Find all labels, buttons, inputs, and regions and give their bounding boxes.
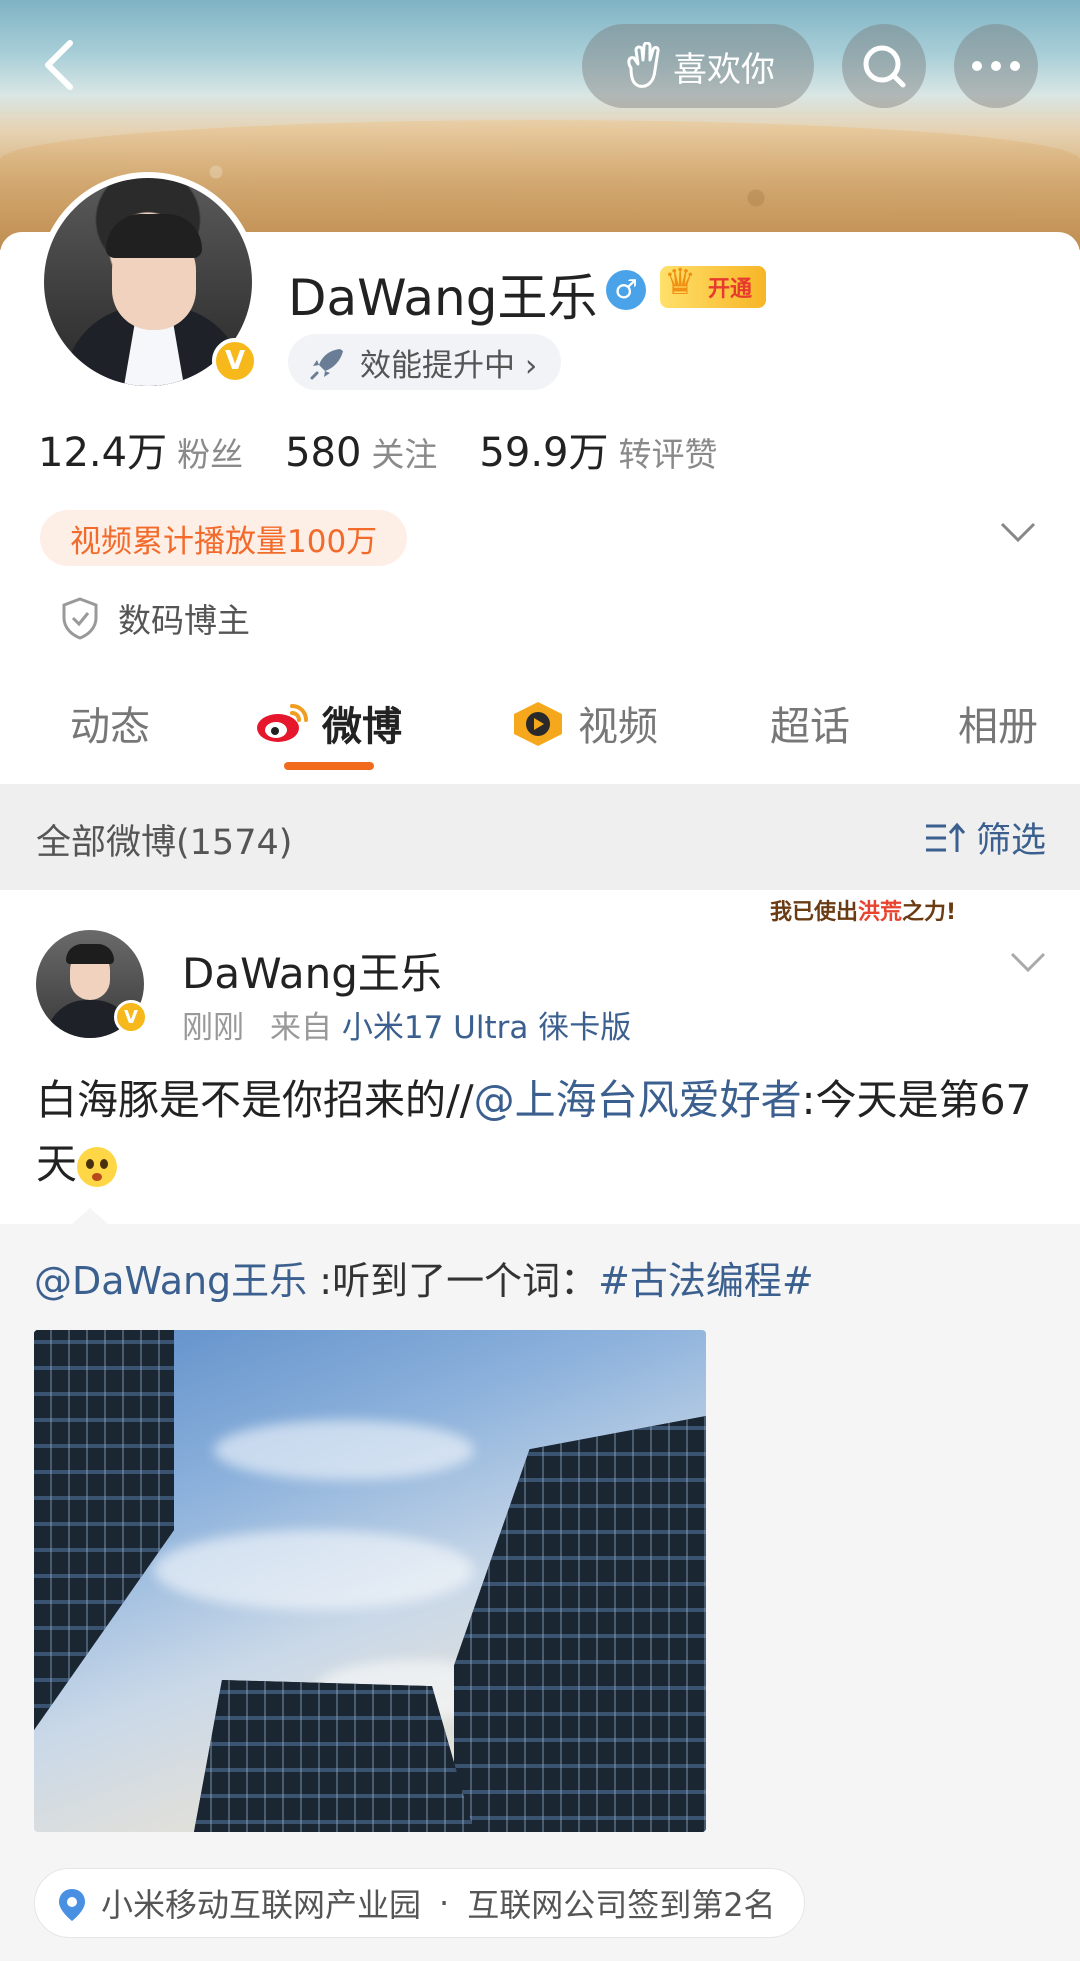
- profile-tag[interactable]: 数码博主: [60, 594, 250, 642]
- stat-followers-label: 粉丝: [177, 435, 244, 474]
- repost-image[interactable]: [34, 1330, 706, 1832]
- stat-interactions[interactable]: 59.9万 转评赞: [479, 420, 717, 478]
- more-button[interactable]: [954, 24, 1038, 108]
- crown-icon: ♛: [664, 262, 697, 303]
- search-button[interactable]: [842, 24, 926, 108]
- video-plays-badge[interactable]: 视频累计播放量100万: [40, 510, 408, 566]
- profile-tag-label: 数码博主: [118, 601, 250, 640]
- tab-video-label: 视频: [578, 704, 658, 750]
- video-play-icon: [514, 702, 562, 746]
- tab-album[interactable]: 相册: [958, 694, 1038, 752]
- filter-sort-icon: [926, 822, 966, 852]
- profile-stats: 12.4万 粉丝 580 关注 59.9万 转评赞: [38, 420, 717, 478]
- sticker-suffix: 之力!: [902, 900, 957, 925]
- profile-tabs: 动态 微博 视频 超话 相册: [0, 680, 1080, 782]
- post-source-prefix: 来自: [270, 1010, 332, 1046]
- post-time: 刚刚: [182, 1010, 244, 1046]
- weibo-logo-icon: [257, 704, 308, 742]
- profile-avatar-wrap[interactable]: V: [38, 172, 258, 392]
- post-author[interactable]: DaWang王乐: [182, 940, 442, 1001]
- boost-status-button[interactable]: 效能提升中 ›: [288, 334, 562, 390]
- filter-button[interactable]: 筛选: [924, 812, 1046, 863]
- stat-interactions-label: 转评赞: [618, 435, 718, 474]
- vip-open-label: 开通: [708, 277, 753, 302]
- stat-following[interactable]: 580 关注: [285, 428, 437, 476]
- location-rank: 互联网公司签到第2名: [467, 1886, 776, 1924]
- stat-following-label: 关注: [371, 435, 438, 474]
- tab-weibo[interactable]: 微博: [254, 694, 402, 752]
- sticker-prefix: 我已使出: [770, 900, 859, 925]
- repost-hashtag[interactable]: #古法编程#: [598, 1259, 814, 1303]
- post-source-device[interactable]: 小米17 Ultra 徕卡版: [342, 1010, 631, 1046]
- post-avatar-wrap[interactable]: V: [36, 930, 148, 1038]
- tab-dynamic-label: 动态: [70, 704, 150, 750]
- shield-check-icon: [62, 597, 98, 640]
- gender-male-icon: ♂: [606, 270, 646, 310]
- post-menu-button[interactable]: [1008, 950, 1048, 978]
- sticker-highlight: 洪荒: [858, 900, 903, 925]
- boost-label: 效能提升中 ›: [360, 347, 538, 384]
- expand-profile-button[interactable]: [998, 520, 1038, 548]
- tab-super-topic-label: 超话: [770, 704, 850, 750]
- post-text: 白海豚是不是你招来的//@上海台风爱好者:今天是第67天: [36, 1068, 1046, 1196]
- hand-wave-icon: [627, 42, 660, 88]
- chevron-down-icon: [1010, 952, 1046, 973]
- back-button[interactable]: [30, 30, 90, 100]
- stat-followers[interactable]: 12.4万 粉丝: [38, 420, 243, 478]
- flushed-face-emoji-icon: [77, 1147, 117, 1187]
- tab-dynamic[interactable]: 动态: [70, 694, 150, 752]
- repost-caret: [72, 1208, 108, 1224]
- location-tag[interactable]: 小米移动互联网产业园 · 互联网公司签到第2名: [34, 1868, 805, 1938]
- filter-bar: 全部微博(1574) 筛选: [0, 784, 1080, 890]
- back-arrow-icon: [45, 40, 73, 90]
- location-pin-icon: [59, 1889, 85, 1921]
- tab-video[interactable]: 视频: [510, 694, 658, 752]
- all-weibo-count: 全部微博(1574): [36, 823, 293, 863]
- post-source: 来自 小米17 Ultra 徕卡版: [270, 1002, 631, 1047]
- location-separator: ·: [439, 1884, 450, 1922]
- tab-weibo-label: 微博: [322, 704, 402, 750]
- tab-super-topic[interactable]: 超话: [770, 694, 850, 752]
- stat-followers-value: 12.4万: [38, 430, 168, 476]
- location-place: 小米移动互联网产业园: [101, 1886, 422, 1924]
- stat-following-value: 580: [285, 430, 362, 476]
- post-meta: 刚刚 来自 小米17 Ultra 徕卡版: [182, 1002, 631, 1047]
- repost-mention[interactable]: @DaWang王乐: [34, 1259, 307, 1303]
- weibo-post: V DaWang王乐 刚刚 来自 小米17 Ultra 徕卡版 我已使出洪荒之力…: [0, 890, 1080, 1961]
- like-you-label: 喜欢你: [673, 49, 775, 90]
- vip-open-badge[interactable]: ♛ 开通: [660, 262, 767, 308]
- chevron-down-icon: [1000, 522, 1036, 543]
- repost-body: :听到了一个词：: [307, 1259, 599, 1303]
- post-verified-badge-icon: V: [114, 1000, 148, 1034]
- like-you-button[interactable]: 喜欢你: [582, 24, 814, 108]
- profile-name: DaWang王乐: [288, 269, 598, 327]
- tab-album-label: 相册: [958, 704, 1038, 750]
- active-tab-indicator: [284, 762, 374, 770]
- repost-text: @DaWang王乐 :听到了一个词：#古法编程#: [34, 1250, 814, 1305]
- more-dots-icon: [972, 61, 1020, 71]
- filter-label: 筛选: [976, 821, 1047, 861]
- verified-badge-icon: V: [212, 338, 258, 384]
- post-text-main: 白海豚是不是你招来的//: [36, 1076, 474, 1124]
- reposted-content[interactable]: @DaWang王乐 :听到了一个词：#古法编程# 小米移动互联网产业园 · 互联…: [0, 1208, 1080, 1961]
- search-icon: [863, 45, 906, 88]
- stat-interactions-value: 59.9万: [479, 430, 609, 476]
- rocket-icon: [310, 349, 343, 380]
- post-mention[interactable]: @上海台风爱好者: [474, 1076, 802, 1124]
- post-sticker: 我已使出洪荒之力!: [770, 894, 956, 926]
